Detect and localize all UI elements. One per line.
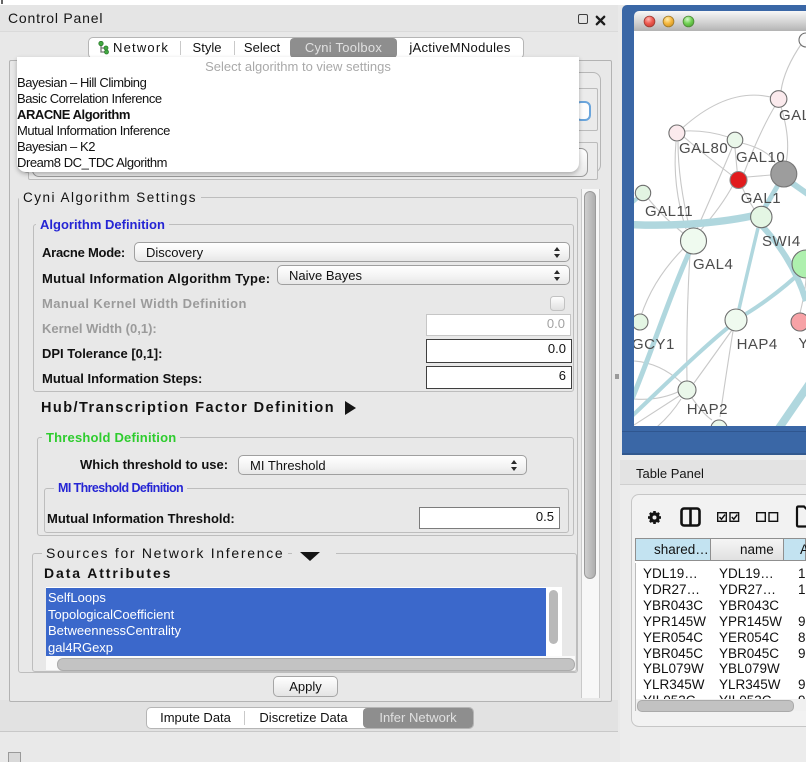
svg-text:GAL80: GAL80 — [679, 140, 728, 157]
svg-text:HAP2: HAP2 — [687, 401, 728, 418]
svg-text:SWI4: SWI4 — [762, 233, 801, 250]
svg-text:GAL: GAL — [779, 107, 806, 124]
svg-text:Y: Y — [798, 335, 806, 352]
svg-text:GAL11: GAL11 — [645, 203, 693, 220]
svg-text:HAP4: HAP4 — [737, 336, 778, 353]
svg-text:GAL10: GAL10 — [736, 149, 785, 166]
svg-text:GAL1: GAL1 — [741, 190, 781, 207]
svg-text:GAL4: GAL4 — [693, 256, 733, 273]
svg-text:GCY1: GCY1 — [634, 336, 675, 353]
